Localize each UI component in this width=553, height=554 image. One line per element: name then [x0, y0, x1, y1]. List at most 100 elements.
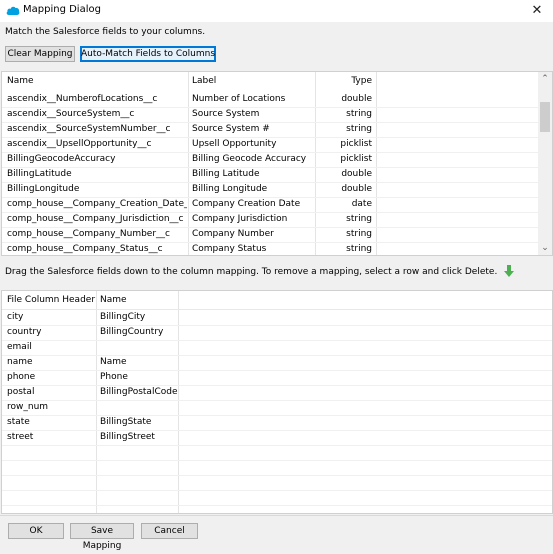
instructions-top: Match the Salesforce fields to your colu… [5, 27, 206, 37]
window-title: Mapping Dialog [23, 4, 101, 15]
cell-file-column: phone [7, 372, 36, 382]
cell-file-column: email [7, 342, 32, 352]
cell-mapped-name: BillingCountry [100, 327, 164, 337]
table-row[interactable]: country BillingCountry [2, 325, 552, 341]
salesforce-cloud-icon [6, 6, 20, 15]
cell-type: string [346, 109, 372, 119]
title-bar: Mapping Dialog ✕ [0, 0, 553, 22]
cell-label: Billing Geocode Accuracy [192, 154, 307, 164]
cell-type: picklist [340, 139, 372, 149]
cell-mapped-name: BillingPostalCode [100, 387, 178, 397]
cell-type: date [351, 199, 372, 209]
cell-mapped-name: BillingCity [100, 312, 146, 322]
cell-label: Upsell Opportunity [192, 139, 277, 149]
table-row[interactable] [2, 490, 552, 506]
save-mapping-button[interactable]: Save Mapping [70, 523, 134, 551]
table-row[interactable]: comp_house__Company_Creation_Date__c Comp… [2, 197, 538, 213]
table-row[interactable]: BillingGeocodeAccuracy Billing Geocode Ac… [2, 152, 538, 168]
table-row[interactable]: BillingLongitude Billing Longitude double [2, 182, 538, 198]
cell-mapped-name: BillingStreet [100, 432, 155, 442]
cell-file-column: country [7, 327, 42, 337]
cell-name: ascendix__SourceSystem__c [7, 109, 135, 119]
cell-label: Company Status [192, 244, 267, 254]
close-button[interactable]: ✕ [521, 0, 553, 22]
cell-file-column: row_num [7, 402, 49, 412]
table-row[interactable] [2, 475, 552, 491]
header-type[interactable]: Type [318, 72, 372, 90]
table-row[interactable]: comp_house__Company_Jurisdiction__c Compa… [2, 212, 538, 228]
cell-name: ascendix__NumberofLocations__c [7, 94, 158, 104]
cell-type: double [341, 169, 372, 179]
table-header: Name Label Type [2, 72, 538, 90]
scroll-thumb[interactable] [540, 102, 550, 132]
instructions-bottom-text: Drag the Salesforce fields down to the c… [5, 267, 498, 277]
cell-mapped-name: Phone [100, 372, 128, 382]
cell-name: ascendix__SourceSystemNumber__c [7, 124, 171, 134]
cell-name: comp_house__Company_Status__c [7, 244, 163, 254]
table-row[interactable]: comp_house__Company_Number__c Company Num… [2, 227, 538, 243]
cell-label: Billing Latitude [192, 169, 260, 179]
cell-mapped-name: Name [100, 357, 127, 367]
cell-type: double [341, 94, 372, 104]
table-row[interactable]: street BillingStreet [2, 430, 552, 446]
scroll-down-icon[interactable]: ⌄ [538, 243, 552, 253]
table-row[interactable]: ascendix__UpsellOpportunity__c Upsell Opp… [2, 137, 538, 153]
cell-file-column: postal [7, 387, 35, 397]
cell-name: comp_house__Company_Number__c [7, 229, 170, 239]
cell-name: ascendix__UpsellOpportunity__c [7, 139, 152, 149]
cell-file-column: street [7, 432, 34, 442]
table-row[interactable]: name Name [2, 355, 552, 371]
cell-file-column: name [7, 357, 33, 367]
table-row[interactable]: postal BillingPostalCode [2, 385, 552, 401]
header-file-column[interactable]: File Column Header [7, 291, 95, 309]
table-row[interactable]: ascendix__NumberofLocations__c Number of … [2, 92, 538, 108]
table-row[interactable]: row_num [2, 400, 552, 416]
cell-label: Source System [192, 109, 260, 119]
cell-type: string [346, 229, 372, 239]
cell-name: BillingLatitude [7, 169, 72, 179]
table-header: File Column Header Name [2, 291, 552, 310]
salesforce-fields-table[interactable]: Name Label Type ascendix__NumberofLocati… [1, 71, 553, 256]
table-row[interactable]: email [2, 340, 552, 356]
header-name[interactable]: Name [7, 72, 34, 90]
vertical-scrollbar[interactable]: ⌃ ⌄ [538, 72, 552, 255]
table-row[interactable]: ascendix__SourceSystem__c Source System st… [2, 107, 538, 123]
cancel-button[interactable]: Cancel [141, 523, 198, 539]
table-row[interactable]: ascendix__SourceSystemNumber__c Source Sy… [2, 122, 538, 138]
separator [0, 515, 553, 516]
header-label[interactable]: Label [192, 72, 216, 90]
cell-file-column: state [7, 417, 30, 427]
table-row[interactable]: city BillingCity [2, 310, 552, 326]
down-arrow-icon [504, 265, 515, 277]
cell-type: string [346, 214, 372, 224]
cell-file-column: city [7, 312, 24, 322]
scroll-up-icon[interactable]: ⌃ [538, 74, 552, 84]
table-row[interactable]: phone Phone [2, 370, 552, 386]
cell-type: double [341, 184, 372, 194]
cell-label: Company Jurisdiction [192, 214, 288, 224]
column-mapping-table[interactable]: File Column Header Name city BillingCity c… [1, 290, 553, 514]
cell-label: Company Creation Date [192, 199, 301, 209]
clear-mapping-button[interactable]: Clear Mapping [5, 46, 75, 62]
instructions-bottom: Drag the Salesforce fields down to the c… [5, 265, 515, 278]
table-row[interactable] [2, 445, 552, 461]
cell-type: picklist [340, 154, 372, 164]
cell-name: BillingGeocodeAccuracy [7, 154, 116, 164]
cell-type: string [346, 124, 372, 134]
table-row[interactable]: state BillingState [2, 415, 552, 431]
table-row[interactable]: BillingLatitude Billing Latitude double [2, 167, 538, 183]
cell-label: Company Number [192, 229, 274, 239]
header-name[interactable]: Name [100, 291, 127, 309]
cell-label: Source System # [192, 124, 270, 134]
cell-type: string [346, 244, 372, 254]
table-row[interactable]: comp_house__Company_Status__c Company Sta… [2, 242, 538, 255]
ok-button[interactable]: OK [8, 523, 64, 539]
cell-name: BillingLongitude [7, 184, 80, 194]
cell-label: Billing Longitude [192, 184, 268, 194]
cell-name: comp_house__Company_Creation_Date__c [7, 199, 187, 209]
table-row[interactable] [2, 460, 552, 476]
auto-match-button[interactable]: Auto-Match Fields to Columns [80, 46, 216, 62]
cell-name: comp_house__Company_Jurisdiction__c [7, 214, 184, 224]
cell-label: Number of Locations [192, 94, 286, 104]
cell-mapped-name: BillingState [100, 417, 152, 427]
